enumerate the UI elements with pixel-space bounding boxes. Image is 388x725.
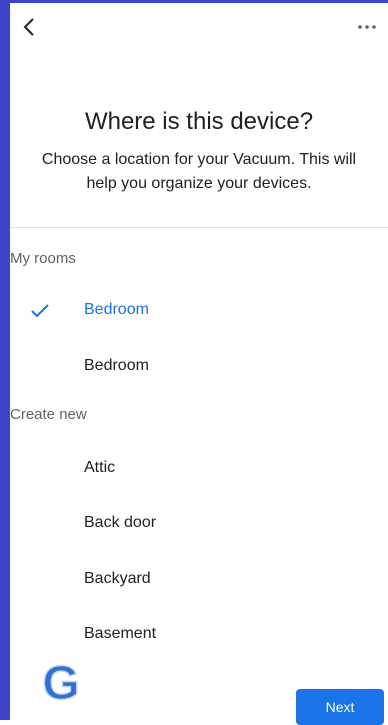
section-heading-my-rooms: My rooms [10,250,76,267]
room-option-label: Backyard [84,570,151,587]
chevron-left-icon [23,18,34,36]
g-logo-icon: G [42,656,81,707]
room-option-attic[interactable]: Attic [10,445,388,493]
back-button[interactable] [20,17,40,37]
more-options-button[interactable] [356,19,378,35]
room-option-label: Bedroom [84,357,149,374]
screen: Where is this device? Choose a location … [0,0,388,725]
room-option-bedroom[interactable]: Bedroom [10,343,388,391]
top-app-bar [10,3,388,47]
room-option-label: Basement [84,625,157,642]
room-option-back-door[interactable]: Back door [10,500,388,548]
room-option-label: Attic [84,459,116,476]
more-horizontal-icon [358,25,376,29]
divider [10,227,388,228]
page-subtitle: Choose a location for your Vacuum. This … [41,151,357,192]
room-option-basement[interactable]: Basement [10,611,388,659]
room-option-label: Bedroom [84,301,149,318]
room-option-backyard[interactable]: Backyard [10,556,388,604]
room-option-bedroom-selected[interactable]: Bedroom [10,287,388,335]
check-icon [31,304,49,318]
svg-text:G: G [42,657,79,707]
room-option-label: Back door [84,514,157,531]
section-heading-create-new: Create new [10,406,87,423]
page-title: Where is this device? [84,108,314,135]
